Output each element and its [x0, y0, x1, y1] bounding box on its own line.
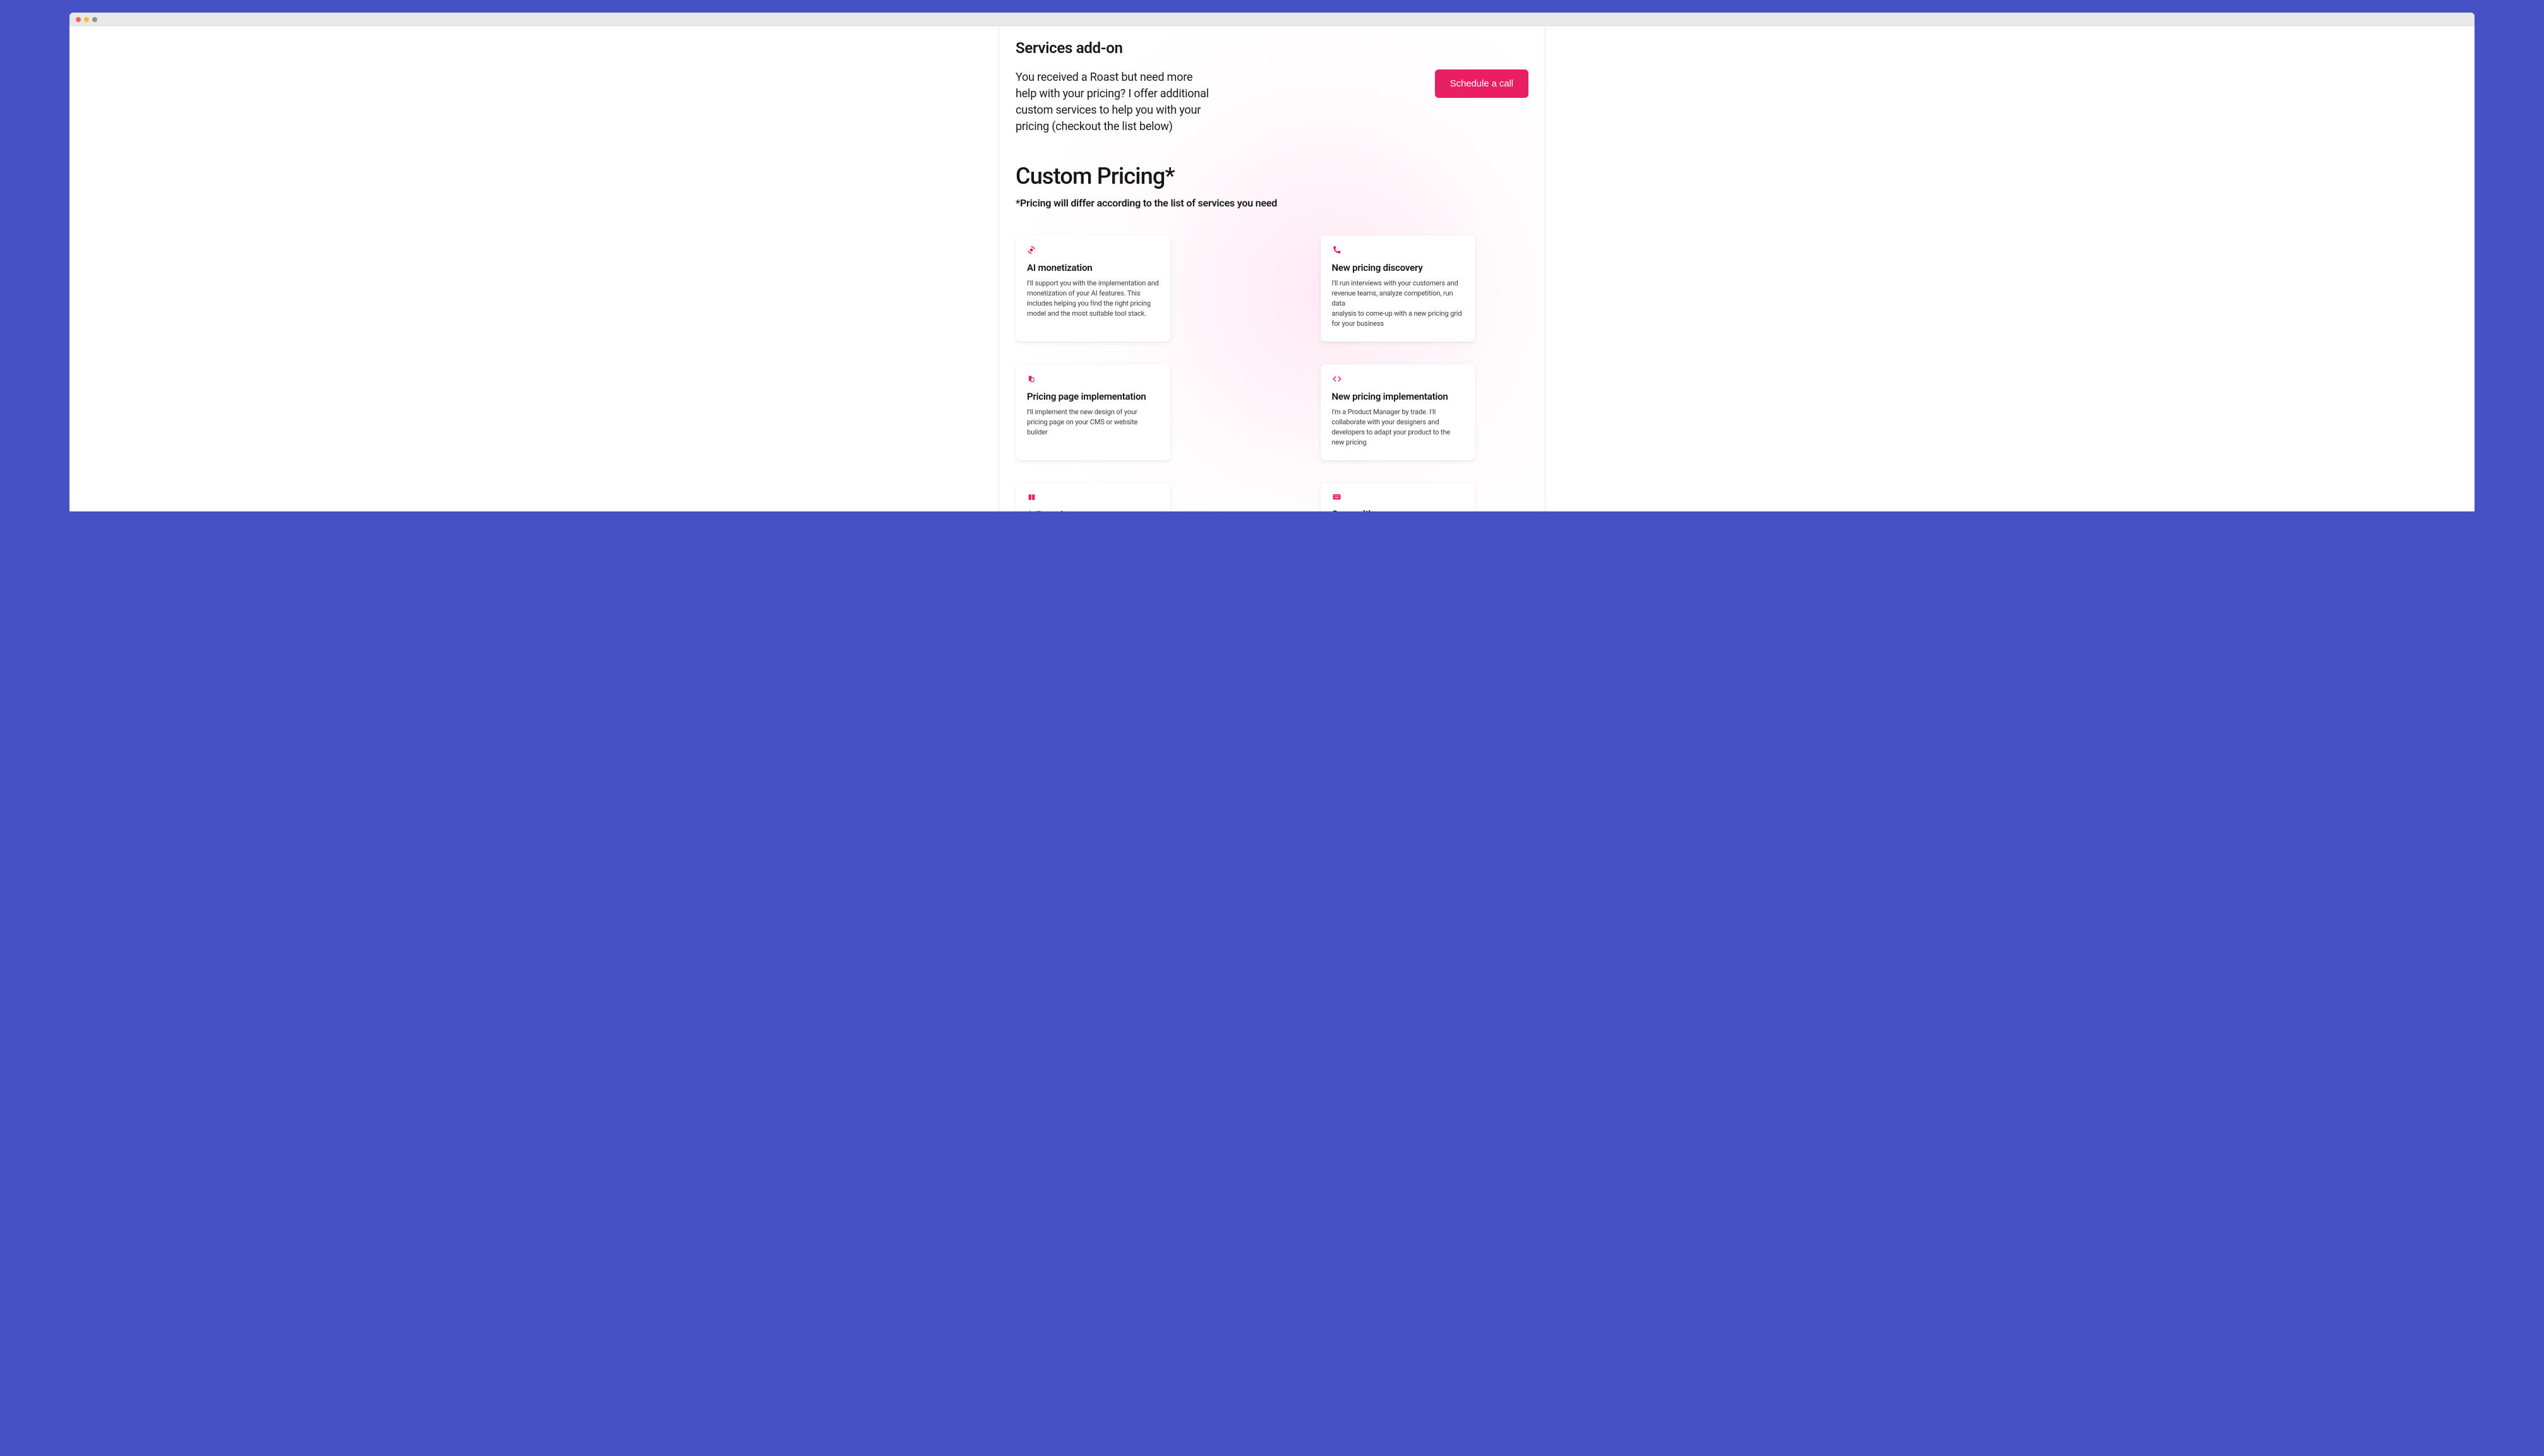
service-card-title: Pricing page implementation	[1027, 391, 1159, 402]
service-card-pricing-implementation: New pricing implementation I'm a Product…	[1321, 364, 1475, 460]
minimize-window-dot[interactable]	[84, 17, 89, 22]
service-card-ai-monetization: AI monetization I'll support you with th…	[1016, 236, 1170, 342]
maximize-window-dot[interactable]	[92, 17, 97, 22]
keyboard-icon	[1332, 493, 1464, 501]
paste-icon	[1027, 374, 1159, 383]
close-window-dot[interactable]	[76, 17, 81, 22]
service-card-desc: I'm a Product Manager by trade. I'll col…	[1332, 407, 1464, 448]
section-subtitle: *Pricing will differ according to the li…	[1016, 197, 1528, 209]
service-card-copywriting: Copywriting I'll rewrite the copy of you…	[1321, 483, 1475, 511]
ai-icon	[1027, 246, 1159, 254]
service-card-title: New pricing discovery	[1332, 262, 1464, 273]
page-title: Services add-on	[1016, 27, 1528, 57]
header-row: You received a Roast but need more help …	[1016, 69, 1528, 135]
browser-frame: Services add-on You received a Roast but…	[69, 13, 2475, 511]
window-title-bar	[69, 13, 2475, 27]
columns-icon	[1027, 493, 1159, 501]
service-card-desc: I'll run interviews with your customers …	[1332, 278, 1464, 329]
service-card-title: A/B testing	[1027, 509, 1159, 511]
service-card-desc: I'll support you with the implementation…	[1027, 278, 1159, 319]
schedule-call-button[interactable]: Schedule a call	[1435, 69, 1528, 98]
service-card-desc: I'll implement the new design of your pr…	[1027, 407, 1159, 438]
section-title: Custom Pricing*	[1016, 163, 1528, 189]
service-card-title: AI monetization	[1027, 262, 1159, 273]
code-icon	[1332, 374, 1464, 383]
service-card-pricing-discovery: New pricing discovery I'll run interview…	[1321, 236, 1475, 342]
intro-text: You received a Roast but need more help …	[1016, 69, 1211, 135]
service-card-title: Copywriting	[1332, 508, 1464, 511]
service-card-page-implementation: Pricing page implementation I'll impleme…	[1016, 364, 1170, 460]
content-wrapper: Services add-on You received a Roast but…	[999, 27, 1545, 511]
services-grid: AI monetization I'll support you with th…	[1016, 236, 1528, 511]
phone-icon	[1332, 246, 1464, 254]
service-card-title: New pricing implementation	[1332, 391, 1464, 402]
service-card-ab-testing: A/B testing I'll run A/B testing campaig…	[1016, 483, 1170, 511]
viewport: Services add-on You received a Roast but…	[69, 27, 2475, 511]
